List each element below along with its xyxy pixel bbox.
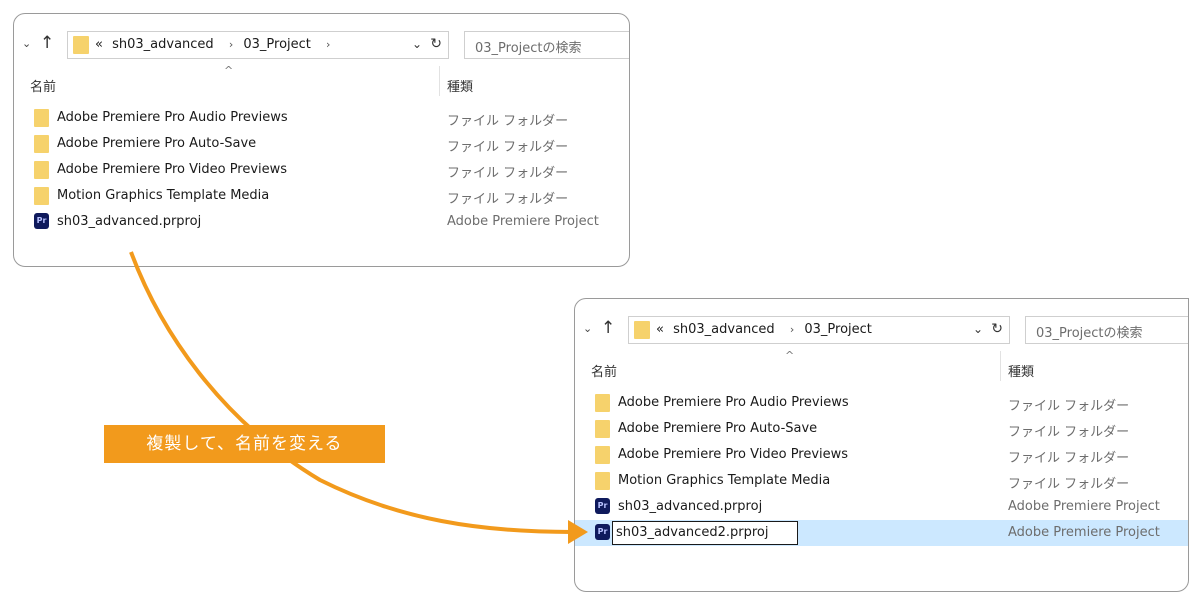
premiere-file-icon: Pr — [595, 498, 610, 514]
file-name: sh03_advanced.prproj — [57, 214, 202, 229]
explorer-window-after: ⌄ ↑ « sh03_advanced › 03_Project ⌄ ↻ 03_… — [574, 298, 1189, 592]
refresh-icon[interactable]: ↻ — [430, 36, 442, 52]
file-type: ファイル フォルダー — [1008, 425, 1130, 440]
breadcrumb: « sh03_advanced › 03_Project — [656, 322, 877, 337]
file-type: Adobe Premiere Project — [447, 214, 599, 229]
file-name: Motion Graphics Template Media — [57, 188, 270, 203]
file-name: Adobe Premiere Pro Auto-Save — [57, 136, 257, 151]
breadcrumb-sh03-advanced[interactable]: sh03_advanced — [673, 322, 775, 337]
column-divider[interactable] — [439, 66, 440, 96]
list-item[interactable]: Pr sh03_advanced.prproj Adobe Premiere P… — [14, 209, 629, 235]
folder-icon — [595, 420, 610, 438]
breadcrumb-03-project[interactable]: 03_Project — [804, 322, 872, 337]
breadcrumb-separator[interactable]: › — [790, 323, 794, 336]
callout-label: 複製して、名前を変える — [104, 425, 385, 463]
folder-icon — [595, 394, 610, 412]
breadcrumb-overflow[interactable]: « — [95, 37, 103, 52]
premiere-file-icon: Pr — [595, 524, 610, 540]
file-type: ファイル フォルダー — [1008, 451, 1130, 466]
list-item[interactable]: Adobe Premiere Pro Auto-Save ファイル フォルダー — [575, 416, 1188, 442]
address-dropdown-icon[interactable]: ⌄ — [412, 37, 422, 51]
column-header-row: ^ 名前 種類 — [14, 64, 629, 98]
breadcrumb-sh03-advanced[interactable]: sh03_advanced — [112, 37, 214, 52]
up-arrow-icon[interactable]: ↑ — [601, 318, 615, 338]
search-placeholder: 03_Projectの検索 — [475, 41, 582, 56]
search-input[interactable]: 03_Projectの検索 — [1025, 316, 1188, 344]
file-list: Adobe Premiere Pro Audio Previews ファイル フ… — [14, 105, 629, 235]
file-type: ファイル フォルダー — [447, 192, 569, 207]
file-name: Adobe Premiere Pro Video Previews — [57, 162, 288, 177]
address-row: ⌄ ↑ « sh03_advanced › 03_Project › ⌄ ↻ 0… — [14, 31, 629, 61]
up-arrow-icon[interactable]: ↑ — [40, 33, 54, 53]
breadcrumb-separator[interactable]: › — [229, 38, 233, 51]
file-type: Adobe Premiere Project — [1008, 499, 1160, 514]
folder-icon — [34, 109, 49, 127]
file-name: Adobe Premiere Pro Auto-Save — [618, 421, 818, 436]
address-row: ⌄ ↑ « sh03_advanced › 03_Project ⌄ ↻ 03_… — [575, 316, 1188, 346]
file-list: Adobe Premiere Pro Audio Previews ファイル フ… — [575, 390, 1188, 546]
list-item-selected[interactable]: Pr sh03_advanced2.prproj Adobe Premiere … — [575, 520, 1188, 546]
file-name: Motion Graphics Template Media — [618, 473, 831, 488]
file-name: Adobe Premiere Pro Audio Previews — [618, 395, 849, 410]
rename-input[interactable]: sh03_advanced2.prproj — [612, 521, 798, 545]
folder-icon — [73, 36, 89, 54]
search-placeholder: 03_Projectの検索 — [1036, 326, 1143, 341]
list-item[interactable]: Motion Graphics Template Media ファイル フォルダ… — [14, 183, 629, 209]
folder-icon — [634, 321, 650, 339]
list-item[interactable]: Motion Graphics Template Media ファイル フォルダ… — [575, 468, 1188, 494]
file-type: ファイル フォルダー — [447, 140, 569, 155]
folder-icon — [34, 135, 49, 153]
column-divider[interactable] — [1000, 351, 1001, 381]
recent-locations-chevron-icon[interactable]: ⌄ — [583, 322, 592, 335]
breadcrumb-03-project[interactable]: 03_Project — [243, 37, 311, 52]
column-header-row: ^ 名前 種類 — [575, 349, 1188, 383]
breadcrumb-overflow[interactable]: « — [656, 322, 664, 337]
folder-icon — [34, 187, 49, 205]
column-header-type[interactable]: 種類 — [1008, 361, 1034, 380]
column-header-name[interactable]: 名前 — [30, 76, 56, 95]
rename-input-value: sh03_advanced2.prproj — [616, 525, 769, 540]
address-dropdown-icon[interactable]: ⌄ — [973, 322, 983, 336]
list-item[interactable]: Pr sh03_advanced.prproj Adobe Premiere P… — [575, 494, 1188, 520]
address-bar[interactable]: « sh03_advanced › 03_Project ⌄ ↻ — [628, 316, 1010, 344]
file-type: ファイル フォルダー — [1008, 399, 1130, 414]
file-type: ファイル フォルダー — [1008, 477, 1130, 492]
file-name: Adobe Premiere Pro Audio Previews — [57, 110, 288, 125]
explorer-window-before: ⌄ ↑ « sh03_advanced › 03_Project › ⌄ ↻ 0… — [13, 13, 630, 267]
refresh-icon[interactable]: ↻ — [991, 321, 1003, 337]
folder-icon — [595, 446, 610, 464]
list-item[interactable]: Adobe Premiere Pro Audio Previews ファイル フ… — [14, 105, 629, 131]
folder-icon — [595, 472, 610, 490]
breadcrumb: « sh03_advanced › 03_Project › — [95, 37, 336, 52]
list-item[interactable]: Adobe Premiere Pro Auto-Save ファイル フォルダー — [14, 131, 629, 157]
folder-icon — [34, 161, 49, 179]
list-item[interactable]: Adobe Premiere Pro Video Previews ファイル フ… — [575, 442, 1188, 468]
column-header-type[interactable]: 種類 — [447, 76, 473, 95]
file-type: Adobe Premiere Project — [1008, 525, 1160, 540]
list-item[interactable]: Adobe Premiere Pro Video Previews ファイル フ… — [14, 157, 629, 183]
column-header-name[interactable]: 名前 — [591, 361, 617, 380]
recent-locations-chevron-icon[interactable]: ⌄ — [22, 37, 31, 50]
address-bar[interactable]: « sh03_advanced › 03_Project › ⌄ ↻ — [67, 31, 449, 59]
sort-ascending-icon: ^ — [785, 349, 795, 362]
file-type: ファイル フォルダー — [447, 166, 569, 181]
file-name: Adobe Premiere Pro Video Previews — [618, 447, 849, 462]
arrow-path — [129, 251, 573, 534]
breadcrumb-separator[interactable]: › — [326, 38, 330, 51]
file-name: sh03_advanced.prproj — [618, 499, 763, 514]
file-type: ファイル フォルダー — [447, 114, 569, 129]
premiere-file-icon: Pr — [34, 213, 49, 229]
search-input[interactable]: 03_Projectの検索 — [464, 31, 629, 59]
sort-ascending-icon: ^ — [224, 64, 234, 77]
list-item[interactable]: Adobe Premiere Pro Audio Previews ファイル フ… — [575, 390, 1188, 416]
